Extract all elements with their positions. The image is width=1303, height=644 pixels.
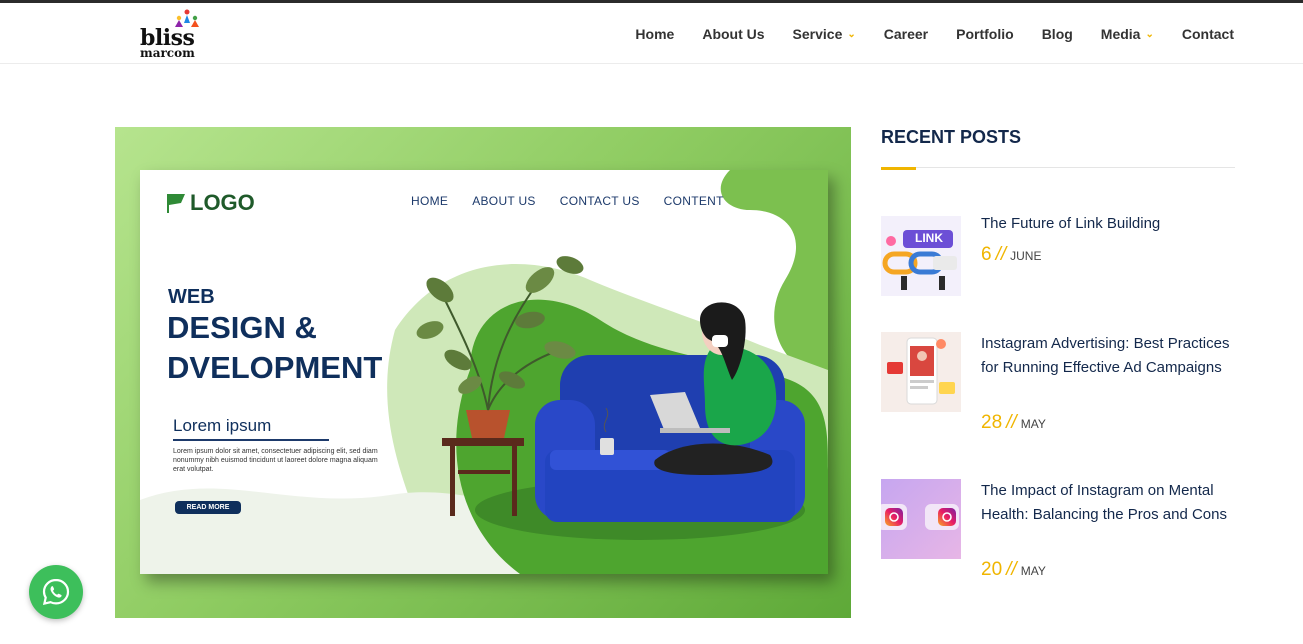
divider bbox=[881, 167, 1235, 168]
nav-contact-label: Contact bbox=[1181, 25, 1234, 42]
post-date: 20//MAY bbox=[981, 559, 1046, 581]
post-title[interactable]: The Impact of Instagram on Mental Health… bbox=[981, 479, 1235, 527]
post-day: 6 bbox=[981, 244, 992, 265]
nav-home[interactable]: Home bbox=[635, 26, 674, 42]
flag-icon bbox=[167, 194, 185, 213]
nav-media-label: Media bbox=[1100, 25, 1141, 42]
nav-home-label: Home bbox=[635, 25, 675, 42]
hero-nav-home: HOME bbox=[411, 194, 449, 208]
post-thumbnail[interactable] bbox=[881, 479, 961, 559]
hero-subheading: Lorem ipsum bbox=[173, 416, 272, 435]
post-day: 20 bbox=[981, 559, 1003, 580]
thumb-link-text: LINK bbox=[915, 231, 943, 245]
hero-nav: HOME ABOUT US CONTACT US CONTENT bbox=[411, 194, 748, 208]
link-illustration bbox=[881, 216, 961, 296]
hero-heading-large: DESIGN & DVELOPMENT bbox=[167, 310, 383, 385]
recent-posts-title: RECENT POSTS bbox=[881, 127, 1022, 147]
post-thumbnail[interactable]: LINK bbox=[881, 216, 961, 296]
hero-nav-about: ABOUT US bbox=[472, 194, 536, 208]
hero-illustration-card: LOGO HOME ABOUT US CONTACT US CONTENT WE… bbox=[140, 170, 828, 574]
divider bbox=[173, 439, 329, 441]
post-thumbnail[interactable] bbox=[881, 332, 961, 412]
hero-read-more-button: READ MORE bbox=[175, 501, 241, 514]
nav-about-us[interactable]: About Us bbox=[702, 26, 764, 42]
whatsapp-icon bbox=[42, 578, 70, 606]
nav-portfolio[interactable]: Portfolio bbox=[956, 26, 1014, 42]
post-day: 28 bbox=[981, 412, 1003, 433]
hero-body-text: Lorem ipsum dolor sit amet, consectetuer… bbox=[173, 448, 378, 473]
nav-service[interactable]: Service ⌄ bbox=[793, 26, 856, 42]
nav-media[interactable]: Media ⌄ bbox=[1101, 26, 1154, 42]
chevron-down-icon: ⌄ bbox=[1145, 29, 1154, 40]
date-separator: // bbox=[995, 244, 1007, 265]
hero-logo-text: LOGO bbox=[190, 190, 255, 215]
nav-contact[interactable]: Contact bbox=[1182, 26, 1234, 42]
post-month: MAY bbox=[1020, 417, 1046, 431]
post-month: JUNE bbox=[1010, 249, 1042, 263]
nav-portfolio-label: Portfolio bbox=[956, 25, 1014, 42]
post-title[interactable]: The Future of Link Building bbox=[981, 212, 1235, 236]
whatsapp-button[interactable] bbox=[29, 565, 83, 619]
site-logo[interactable]: bliss marcom bbox=[138, 9, 208, 63]
hero-image[interactable]: LOGO HOME ABOUT US CONTACT US CONTENT WE… bbox=[115, 127, 851, 618]
nav-blog[interactable]: Blog bbox=[1042, 26, 1073, 42]
site-header: bliss marcom Home About Us Service ⌄ Care… bbox=[0, 3, 1303, 64]
chevron-down-icon: ⌄ bbox=[847, 29, 856, 40]
instagram-ads-illustration bbox=[881, 332, 961, 412]
nav-career-label: Career bbox=[883, 25, 929, 42]
date-separator: // bbox=[1006, 559, 1017, 580]
hero-nav-content: CONTENT bbox=[663, 194, 724, 208]
hero-nav-contact: CONTACT US bbox=[559, 194, 640, 208]
title-accent bbox=[881, 167, 916, 170]
hero-logo: LOGO bbox=[167, 190, 255, 216]
post-title[interactable]: Instagram Advertising: Best Practices fo… bbox=[981, 332, 1235, 380]
main-nav: Home About Us Service ⌄ Career Portfolio … bbox=[635, 3, 1234, 64]
instagram-icons-illustration bbox=[881, 479, 961, 559]
post-date: 28//MAY bbox=[981, 412, 1046, 434]
nav-career[interactable]: Career bbox=[884, 26, 928, 42]
nav-about-us-label: About Us bbox=[702, 25, 765, 42]
post-month: MAY bbox=[1020, 564, 1046, 578]
nav-service-label: Service bbox=[792, 25, 843, 42]
logo-word-2: marcom bbox=[140, 46, 195, 60]
post-date: 6//JUNE bbox=[981, 244, 1041, 266]
date-separator: // bbox=[1006, 412, 1017, 433]
nav-blog-label: Blog bbox=[1041, 25, 1073, 42]
hero-heading-small: WEB bbox=[168, 286, 215, 308]
